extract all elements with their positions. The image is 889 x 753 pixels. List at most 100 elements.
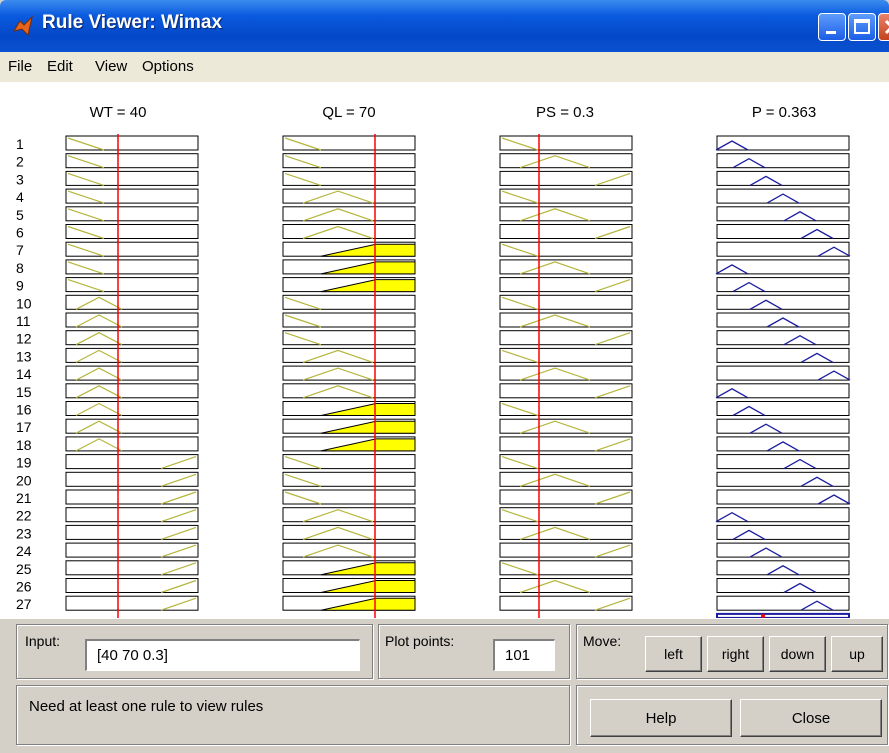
rule-18-plot-1 [65,436,199,452]
matlab-icon [12,15,33,36]
ps-header: PS = 0.3 [536,104,594,121]
rule-4-plot-4 [716,188,850,204]
rule-15-plot-2 [282,383,416,399]
rule-19-plot-2 [282,454,416,470]
input-field[interactable]: [40 70 0.3] [85,639,360,671]
rule-plot-area: WT = 40 QL = 70 PS = 0.3 P = 0.363 1 2 3 4 5 6 7 8 9… [0,82,889,620]
rule-15-plot-1 [65,383,199,399]
move-label: Move: [583,633,622,649]
minimize-button[interactable] [818,13,846,41]
rule-4-plot-3 [499,188,633,204]
rule-22-plot-2 [282,507,416,523]
menu-view[interactable]: View [95,58,127,75]
rule-plots: WT = 40 QL = 70 PS = 0.3 P = 0.363123456789… [16,104,851,620]
rule-20-plot-3 [499,471,633,487]
rule-12-plot-3 [499,330,633,346]
move-right-button[interactable]: right [707,636,764,672]
rule-23-plot-2 [282,524,416,540]
close-button[interactable]: Close [740,699,882,737]
maximize-icon [854,19,870,34]
rule-10-plot-1 [65,294,199,310]
menu-edit[interactable]: Edit [47,58,73,75]
rule-number: 12 [16,331,32,347]
rule-20-plot-2 [282,471,416,487]
status-text: Need at least one rule to view rules [29,698,264,715]
rule-22-plot-1 [65,507,199,523]
input-label: Input: [25,633,61,649]
rule-4-plot-1 [65,188,199,204]
rule-number: 15 [16,384,32,400]
rule-26-plot-1 [65,578,199,593]
rule-17-plot-4 [716,418,850,434]
rule-2-plot-1 [65,153,199,169]
rule-26-plot-4 [716,578,850,593]
rule-number: 16 [16,402,32,418]
help-button[interactable]: Help [590,699,732,737]
move-up-button[interactable]: up [831,636,883,672]
rule-number: 21 [16,490,32,506]
rule-8-plot-3 [499,259,633,275]
move-group: Move: left right down up [576,624,888,679]
rule-viewer-window: Rule Viewer: Wimax File Edit View Option… [0,0,889,753]
rule-25-plot-4 [716,560,850,576]
rule-3-plot-4 [716,170,850,186]
rule-3-plot-2 [282,170,416,186]
rule-11-plot-3 [499,312,633,328]
rule-19-plot-1 [65,454,199,470]
rule-13-plot-3 [499,347,633,363]
rule-14-plot-3 [499,365,633,381]
rule-16-plot-1 [65,401,199,416]
rule-number: 5 [16,207,24,223]
maximize-button[interactable] [848,13,876,41]
rule-3-plot-1 [65,170,199,186]
rule-17-plot-1 [65,418,199,434]
move-down-button[interactable]: down [769,636,826,672]
rule-number: 1 [16,136,24,152]
rule-6-plot-2 [282,224,416,239]
rule-number: 23 [16,525,32,541]
plot-points-field[interactable]: 101 [493,639,555,671]
close-window-button[interactable] [878,13,889,41]
rule-1-plot-2 [282,135,416,151]
rule-27-plot-3 [499,595,633,611]
rule-1-plot-3 [499,135,633,151]
rule-7-plot-1 [65,241,199,257]
rule-8-plot-1 [65,259,199,275]
status-group: Need at least one rule to view rules [16,685,570,745]
rule-number: 22 [16,508,32,524]
rule-11-plot-4 [716,312,850,328]
rule-13-plot-1 [65,347,199,363]
wt-header: WT = 40 [90,104,147,121]
rule-number: 18 [16,437,32,453]
rule-24-plot-4 [716,542,850,558]
input-group: Input: [40 70 0.3] [16,624,373,679]
rule-10-plot-3 [499,294,633,310]
rule-23-plot-3 [499,524,633,540]
rule-12-plot-2 [282,330,416,346]
rule-number: 2 [16,154,24,170]
rule-4-plot-2 [282,188,416,204]
rule-25-plot-1 [65,560,199,576]
title-bar[interactable]: Rule Viewer: Wimax [0,0,889,52]
rule-6-plot-3 [499,224,633,239]
rule-number: 6 [16,225,24,241]
rule-number: 3 [16,171,24,187]
menu-file[interactable]: File [8,58,32,75]
rule-11-plot-1 [65,312,199,328]
window-title: Rule Viewer: Wimax [42,12,223,33]
rule-27-plot-1 [65,595,199,611]
rule-14-plot-2 [282,365,416,381]
rule-number: 10 [16,295,32,311]
rule-15-plot-3 [499,383,633,399]
rule-number: 26 [16,579,32,595]
rule-number: 14 [16,366,32,382]
rule-26-plot-3 [499,578,633,593]
menu-bar: File Edit View Options [0,52,889,82]
rule-21-plot-2 [282,489,416,505]
menu-options[interactable]: Options [142,58,194,75]
move-left-button[interactable]: left [645,636,702,672]
rule-12-plot-4 [716,330,850,346]
rule-number: 13 [16,348,32,364]
rule-2-plot-3 [499,153,633,169]
close-icon [884,19,889,35]
